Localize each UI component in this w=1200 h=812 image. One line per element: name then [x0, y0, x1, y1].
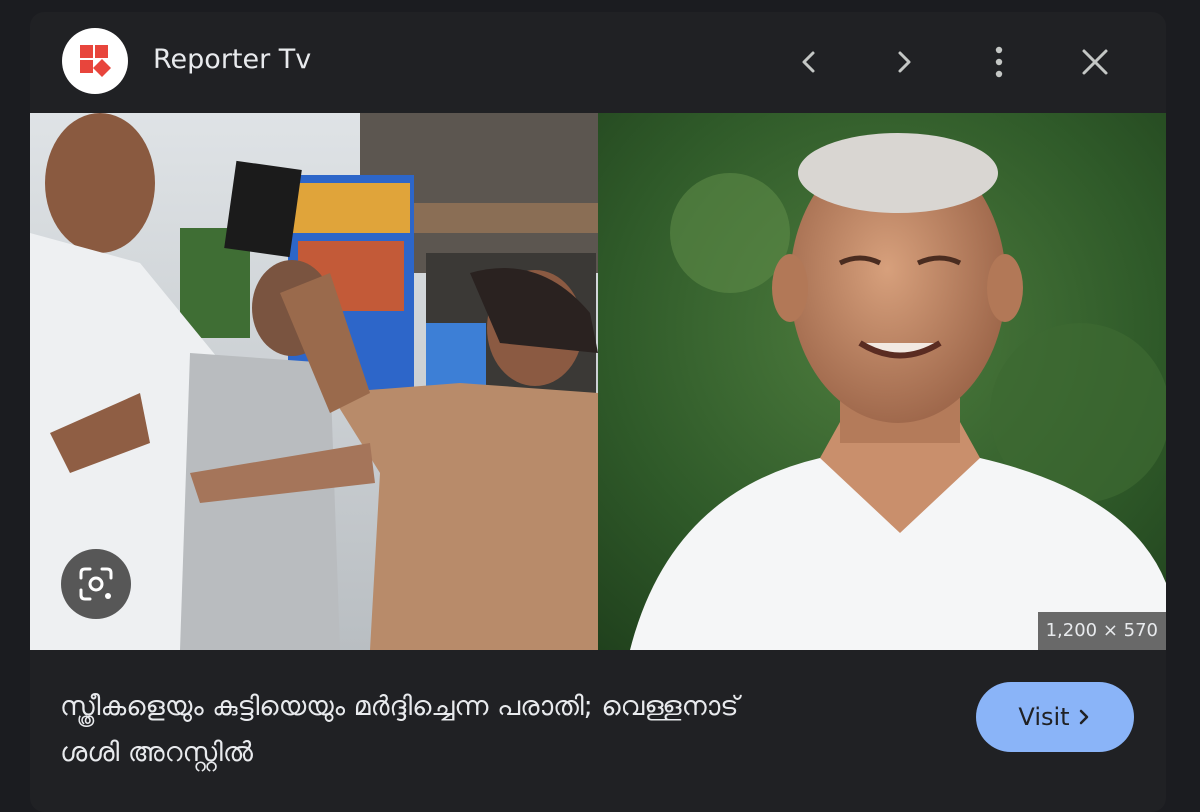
- reporter-tv-logo-icon: [80, 45, 111, 77]
- image-dimensions-badge: 1,200 × 570: [1037, 612, 1166, 650]
- chevron-right-icon: [1079, 709, 1088, 725]
- headline-line-2: ശശി അറസ്റ്റിൽ: [60, 737, 253, 768]
- source-name[interactable]: Reporter Tv: [153, 44, 311, 75]
- visit-button[interactable]: Visit: [976, 682, 1134, 752]
- previous-button[interactable]: [785, 38, 833, 86]
- headline-line-1: സ്ത്രീകളെയും കുട്ടിയെയും മർദ്ദിച്ചെന്ന പ…: [60, 691, 739, 722]
- more-options-button[interactable]: [975, 38, 1023, 86]
- close-button[interactable]: [1071, 38, 1119, 86]
- source-logo[interactable]: [62, 28, 128, 94]
- image-preview-panel: Reporter Tv 1,200 × 570 സ്ത്രീകളെയും കുട…: [30, 12, 1166, 812]
- article-headline[interactable]: സ്ത്രീകളെയും കുട്ടിയെയും മർദ്ദിച്ചെന്ന പ…: [60, 684, 940, 776]
- visit-button-label: Visit: [1018, 703, 1070, 731]
- lens-search-icon: [79, 567, 113, 601]
- chevron-left-icon: [802, 51, 815, 73]
- close-icon: [1082, 49, 1108, 75]
- chevron-right-icon: [898, 51, 911, 73]
- preview-header: Reporter Tv: [30, 12, 1166, 112]
- news-photo: [30, 113, 1166, 650]
- lens-search-button[interactable]: [61, 549, 131, 619]
- next-button[interactable]: [880, 38, 928, 86]
- more-vertical-icon: [995, 46, 1003, 78]
- preview-image[interactable]: 1,200 × 570: [30, 113, 1166, 650]
